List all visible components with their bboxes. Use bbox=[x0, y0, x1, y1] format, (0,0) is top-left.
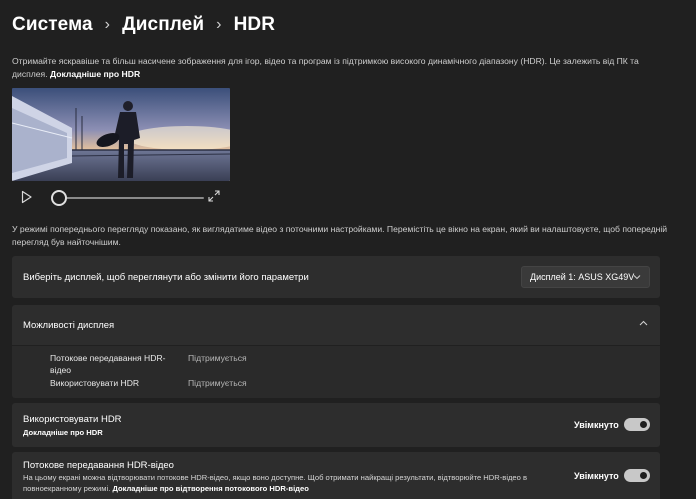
hdr-streaming-label: Потокове передавання HDR-відео bbox=[23, 460, 174, 471]
hdr-streaming-description: На цьому екрані можна відтворювати поток… bbox=[23, 473, 563, 494]
hdr-streaming-card: Потокове передавання HDR-відео На цьому … bbox=[12, 452, 660, 499]
display-dropdown[interactable]: Дисплей 1: ASUS XG49V bbox=[521, 266, 650, 288]
breadcrumb-display[interactable]: Дисплей bbox=[122, 14, 204, 36]
learn-more-hdr-link[interactable]: Докладніше про HDR bbox=[50, 69, 140, 79]
preview-note: У режимі попереднього перегляду показано… bbox=[12, 224, 668, 247]
use-hdr-toggle[interactable] bbox=[624, 418, 650, 431]
display-select-card: Виберіть дисплей, щоб переглянути або зм… bbox=[12, 256, 660, 298]
video-seek-bar[interactable] bbox=[58, 197, 204, 199]
chevron-down-icon bbox=[633, 275, 641, 280]
capability-name: Потокове передавання HDR-відео bbox=[50, 353, 166, 375]
breadcrumb-system[interactable]: Система bbox=[12, 14, 93, 36]
use-hdr-card: Використовувати HDR Докладніше про HDR У… bbox=[12, 403, 660, 447]
video-controls bbox=[12, 186, 230, 208]
expand-icon[interactable] bbox=[208, 190, 220, 202]
chevron-up-icon[interactable] bbox=[639, 320, 648, 326]
video-frame-image bbox=[12, 88, 230, 181]
play-icon[interactable] bbox=[21, 190, 33, 204]
use-hdr-label: Використовувати HDR bbox=[23, 414, 122, 425]
display-capabilities-list: Потокове передавання HDR-відео Підтримує… bbox=[12, 346, 660, 398]
capability-value: Підтримується bbox=[188, 378, 247, 388]
page-title: HDR bbox=[233, 14, 276, 35]
display-capabilities-header[interactable]: Можливості дисплея bbox=[12, 305, 660, 345]
toggle-knob bbox=[640, 421, 647, 428]
video-seek-thumb[interactable] bbox=[51, 190, 67, 206]
breadcrumb-separator: › bbox=[216, 16, 222, 33]
capability-value: Підтримується bbox=[188, 353, 247, 363]
capability-name: Використовувати HDR bbox=[50, 378, 140, 388]
display-dropdown-value: Дисплей 1: ASUS XG49V bbox=[530, 272, 635, 282]
display-select-label: Виберіть дисплей, щоб переглянути або зм… bbox=[23, 272, 309, 283]
hdr-preview-video[interactable] bbox=[12, 88, 230, 181]
hdr-streaming-learn-more-link[interactable]: Докладніше про відтворення потокового HD… bbox=[112, 484, 308, 493]
use-hdr-learn-more-link[interactable]: Докладніше про HDR bbox=[23, 428, 103, 437]
toggle-knob bbox=[640, 472, 647, 479]
breadcrumb: Система › Дисплей › HDR bbox=[12, 14, 275, 36]
page-description: Отримайте яскравіше та більш насичене зо… bbox=[12, 55, 672, 81]
hdr-streaming-state: Увімкнуто bbox=[574, 471, 619, 481]
hdr-streaming-toggle[interactable] bbox=[624, 469, 650, 482]
breadcrumb-separator: › bbox=[104, 16, 111, 33]
capabilities-title: Можливості дисплея bbox=[23, 320, 115, 331]
use-hdr-state: Увімкнуто bbox=[574, 420, 619, 430]
